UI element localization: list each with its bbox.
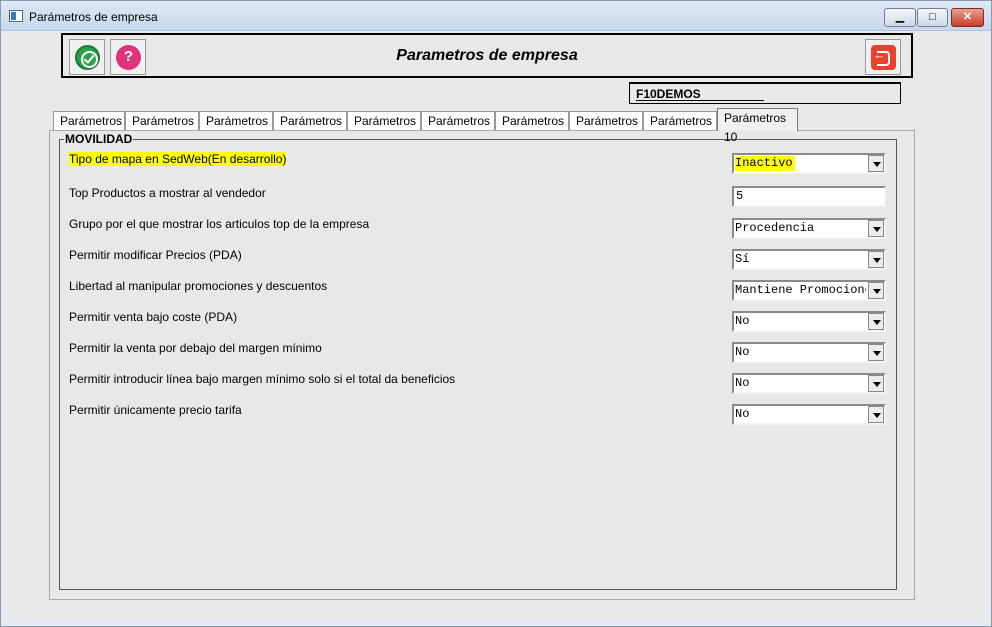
top-productos-input[interactable]: 5	[732, 186, 886, 207]
tab-parametros-8[interactable]: Parámetros 8	[569, 111, 643, 147]
chevron-down-icon[interactable]	[868, 375, 884, 392]
maximize-button[interactable]: □	[917, 8, 948, 27]
tab-parametros-5[interactable]: Parámetros 5	[347, 111, 421, 147]
tab-panel: MOVILIDAD Tipo de mapa en SedWeb(En desa…	[49, 130, 915, 600]
group-label: MOVILIDAD	[64, 132, 134, 146]
precio-tarifa-select[interactable]: No	[732, 404, 886, 425]
row-label-venta-bajo-coste: Permitir venta bajo coste (PDA)	[69, 310, 238, 324]
row-label-linea-bajo-margen: Permitir introducir línea bajo margen mí…	[69, 372, 456, 386]
tab-parametros-7[interactable]: Parámetros 7	[495, 111, 569, 147]
close-button[interactable]: ✕	[951, 8, 984, 27]
company-box: F10DEMOS	[629, 82, 901, 104]
row-label-top-productos: Top Productos a mostrar al vendedor	[69, 186, 266, 200]
margen-minimo-select[interactable]: No	[732, 342, 886, 363]
tab-parametros-2[interactable]: Parámetros 2	[125, 111, 199, 147]
select-value: Procedencia	[735, 221, 815, 235]
select-value: Inactivo	[735, 156, 795, 171]
select-value: No	[735, 407, 750, 421]
row-label-grupo-articulos: Grupo por el que mostrar los articulos t…	[69, 217, 370, 231]
client-area: ? Parametros de empresa F10DEMOS Parámet…	[9, 32, 984, 620]
venta-bajo-coste-select[interactable]: No	[732, 311, 886, 332]
tab-strip: Parámetros 1 Parámetros 2 Parámetros 3 P…	[49, 107, 974, 147]
chevron-down-icon[interactable]	[868, 313, 884, 330]
chevron-down-icon[interactable]	[868, 406, 884, 423]
app-icon	[9, 10, 23, 22]
toolbar: ? Parametros de empresa	[61, 33, 913, 78]
movilidad-group: MOVILIDAD Tipo de mapa en SedWeb(En desa…	[59, 132, 897, 590]
tab-parametros-1[interactable]: Parámetros 1	[53, 111, 125, 147]
chevron-down-icon[interactable]	[868, 155, 884, 172]
row-label-precio-tarifa: Permitir únicamente precio tarifa	[69, 403, 242, 417]
tab-parametros-9[interactable]: Parámetros 9	[643, 111, 717, 147]
tab-parametros-10[interactable]: Parámetros 10	[717, 108, 798, 144]
row-label-tipo-mapa: Tipo de mapa en SedWeb(En desarrollo)	[69, 152, 287, 166]
chevron-down-icon[interactable]	[868, 251, 884, 268]
tab-parametros-3[interactable]: Parámetros 3	[199, 111, 273, 147]
minimize-button[interactable]: ▁	[884, 8, 916, 27]
company-code: F10DEMOS	[636, 88, 764, 101]
select-value: Mantiene Promocione	[735, 283, 866, 297]
grupo-articulos-select[interactable]: Procedencia	[732, 218, 886, 239]
row-label-margen-minimo: Permitir la venta por debajo del margen …	[69, 341, 322, 355]
page-title: Parametros de empresa	[396, 47, 578, 64]
exit-button[interactable]	[865, 39, 901, 75]
tab-parametros-4[interactable]: Parámetros 4	[273, 111, 347, 147]
tab-parametros-6[interactable]: Parámetros 6	[421, 111, 495, 147]
linea-bajo-margen-select[interactable]: No	[732, 373, 886, 394]
chevron-down-icon[interactable]	[868, 220, 884, 237]
row-label-modificar-precios: Permitir modificar Precios (PDA)	[69, 248, 242, 262]
promociones-select[interactable]: Mantiene Promocione	[732, 280, 886, 301]
select-value: Sí	[735, 252, 750, 266]
exit-icon	[871, 45, 896, 70]
chevron-down-icon[interactable]	[868, 282, 884, 299]
title-bar[interactable]: Parámetros de empresa ▁ □ ✕	[1, 1, 991, 31]
select-value: No	[735, 345, 750, 359]
window-title: Parámetros de empresa	[29, 10, 158, 24]
tipo-mapa-select[interactable]: Inactivo	[732, 153, 886, 174]
input-value: 5	[736, 189, 744, 203]
select-value: No	[735, 314, 750, 328]
chevron-down-icon[interactable]	[868, 344, 884, 361]
row-label-promociones: Libertad al manipular promociones y desc…	[69, 279, 328, 293]
app-window: Parámetros de empresa ▁ □ ✕ ? Parametros…	[0, 0, 992, 627]
modificar-precios-select[interactable]: Sí	[732, 249, 886, 270]
select-value: No	[735, 376, 750, 390]
